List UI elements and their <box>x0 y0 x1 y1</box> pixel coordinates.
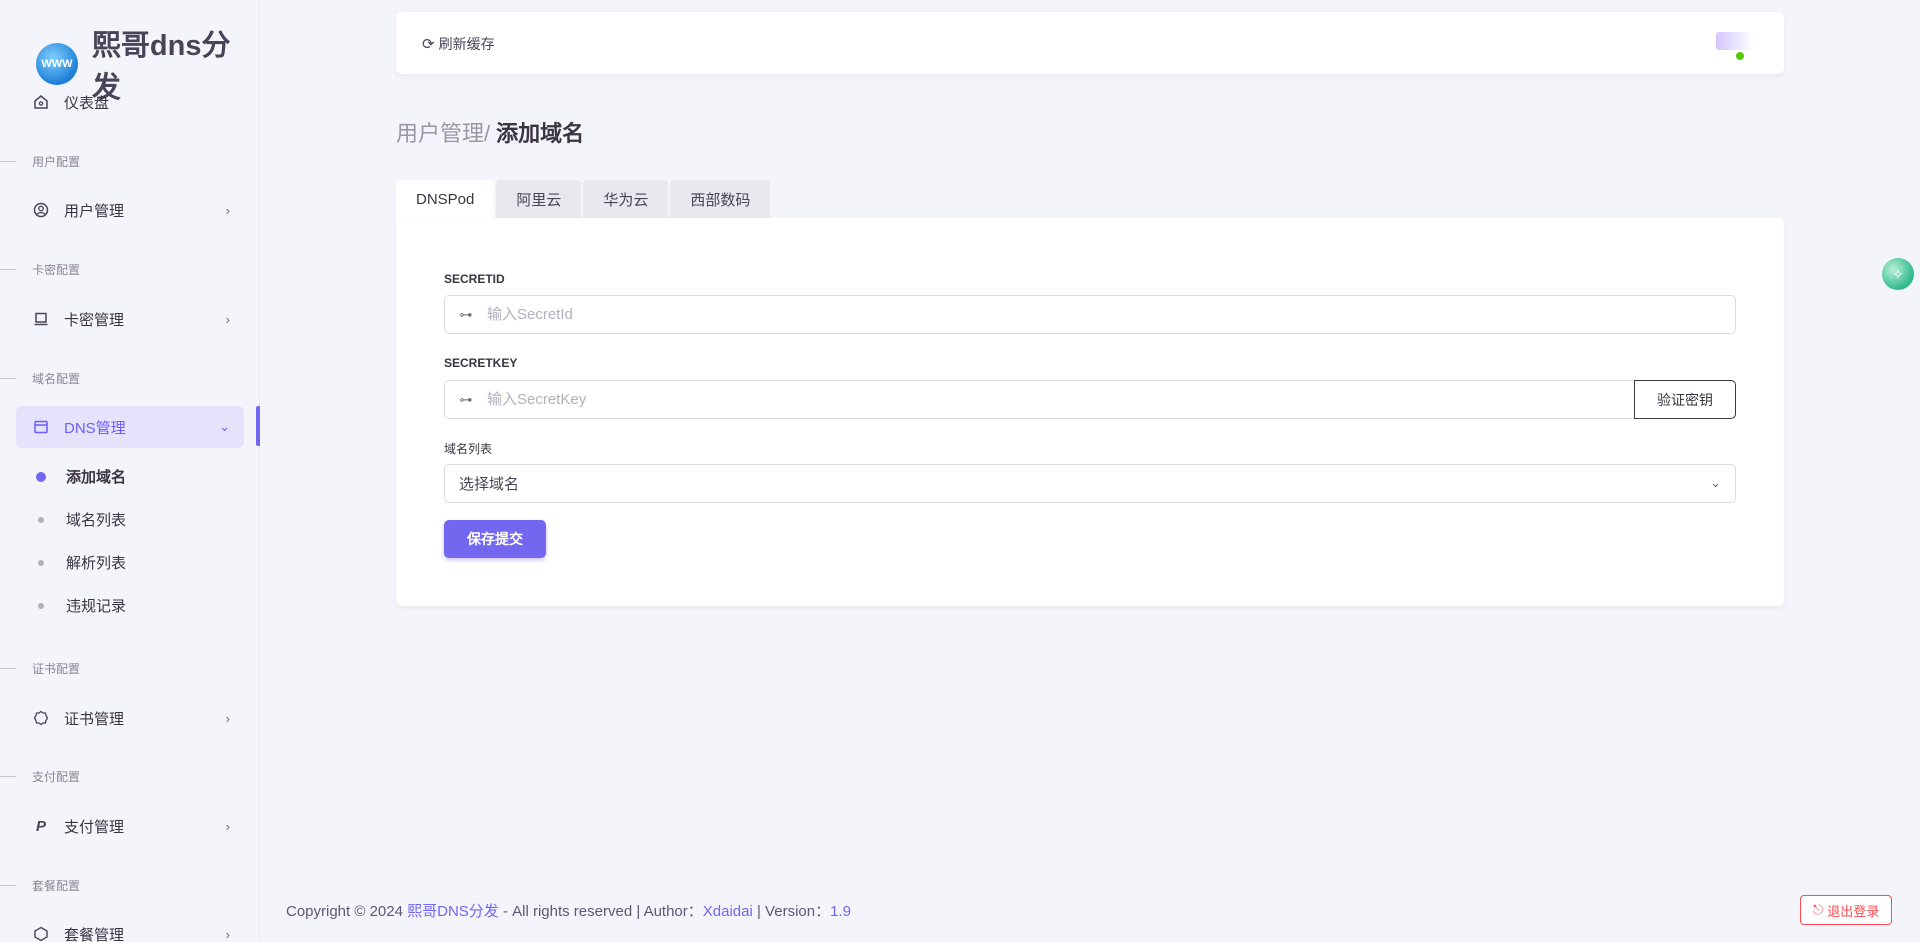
footer-version-prefix: | Version： <box>752 903 831 920</box>
page-title: 添加域名 <box>496 121 585 146</box>
secret-key-label: SECRETKEY <box>444 356 518 370</box>
sidebar-item-label: 用户管理 <box>64 202 125 220</box>
key-icon: ⊶ <box>459 306 473 322</box>
key-icon: ⊶ <box>459 391 473 407</box>
chevron-down-icon: ⌄ <box>219 419 230 434</box>
section-plan-config: 套餐配置 <box>0 877 80 894</box>
chevron-right-icon: › <box>225 202 230 218</box>
chevron-right-icon: › <box>225 926 230 942</box>
sidebar-item-dns-management[interactable]: DNS管理 ⌄ <box>16 406 244 448</box>
user-circle-icon <box>32 201 50 219</box>
bullet-icon <box>36 471 46 482</box>
avatar-image <box>1716 32 1754 50</box>
online-status-dot <box>1736 52 1744 60</box>
chevron-right-icon: › <box>225 311 230 327</box>
sidebar-subitem-label: 添加域名 <box>66 469 127 486</box>
secret-key-field: ⊶ 验证密钥 <box>444 380 1736 419</box>
sidebar-subitem-resolve-list[interactable]: 解析列表 <box>32 552 126 573</box>
paypal-icon: P <box>35 817 46 835</box>
sidebar-item-label: 卡密管理 <box>64 311 125 329</box>
footer-rights: - All rights reserved | Author： <box>498 903 703 920</box>
logout-icon: ⎋ <box>1813 902 1824 917</box>
logout-button[interactable]: ⎋ 退出登录 <box>1800 895 1893 925</box>
sidebar-item-dashboard[interactable]: 仪表盘 <box>16 81 244 123</box>
laptop-icon <box>32 310 50 328</box>
window-icon <box>32 418 50 436</box>
breadcrumb: 用户管理 / 添加域名 <box>396 116 584 148</box>
logout-label: 退出登录 <box>1827 903 1880 919</box>
footer-version: 1.9 <box>830 903 851 920</box>
avatar[interactable] <box>1716 32 1754 60</box>
sidebar-subitem-violation-records[interactable]: 违规记录 <box>32 595 126 616</box>
refresh-icon: ⟳ <box>422 36 435 53</box>
provider-tabs: DNSPod 阿里云 华为云 西部数码 <box>396 180 772 218</box>
globe-logo-icon: WWW <box>36 43 78 85</box>
sidebar-item-label: 仪表盘 <box>64 94 110 112</box>
save-submit-button[interactable]: 保存提交 <box>444 520 546 558</box>
chevron-right-icon: › <box>225 710 230 726</box>
footer-copyright: Copyright © 2024 <box>286 903 408 920</box>
domain-select-value: 选择域名 <box>459 476 520 493</box>
footer-site-link[interactable]: 熙哥DNS分发 <box>407 903 499 920</box>
sidebar-subitem-label: 域名列表 <box>66 512 127 529</box>
refresh-cache-button[interactable]: ⟳ 刷新缓存 <box>422 34 495 54</box>
sidebar-item-label: 支付管理 <box>64 818 125 836</box>
secret-id-label: SECRETID <box>444 272 505 286</box>
bullet-icon <box>38 516 44 523</box>
breadcrumb-separator: / <box>484 121 491 146</box>
floating-assistant-icon[interactable]: ✧ <box>1882 258 1914 290</box>
sidebar-subitem-label: 解析列表 <box>66 555 127 572</box>
section-domain-config: 域名配置 <box>0 370 80 387</box>
sidebar-item-user-management[interactable]: 用户管理 › <box>16 189 244 231</box>
refresh-cache-label: 刷新缓存 <box>438 36 495 52</box>
sidebar-item-label: 套餐管理 <box>64 926 125 942</box>
chevron-right-icon: › <box>225 818 230 834</box>
tab-huaweicloud[interactable]: 华为云 <box>583 180 669 218</box>
secret-id-input[interactable] <box>487 296 1735 333</box>
section-pay-config: 支付配置 <box>0 768 80 785</box>
bullet-icon <box>38 602 44 609</box>
breadcrumb-parent: 用户管理 <box>396 121 485 146</box>
sidebar-item-label: DNS管理 <box>64 419 126 437</box>
hexagon-icon <box>32 925 50 942</box>
add-domain-form: SECRETID ⊶ SECRETKEY ⊶ 验证密钥 域名列表 选择域名 ⌄ … <box>396 218 1784 606</box>
section-cert-config: 证书配置 <box>0 660 80 677</box>
verify-key-button[interactable]: 验证密钥 <box>1634 380 1736 419</box>
badge-icon <box>32 709 50 727</box>
tab-aliyun[interactable]: 阿里云 <box>496 180 582 218</box>
sidebar-item-plan-management[interactable]: 套餐管理 › <box>16 913 244 942</box>
section-card-config: 卡密配置 <box>0 261 80 278</box>
chevron-down-icon: ⌄ <box>1710 475 1721 490</box>
section-user-config: 用户配置 <box>0 153 80 170</box>
bullet-icon <box>38 559 44 566</box>
sidebar-subitem-add-domain[interactable]: 添加域名 <box>32 466 126 487</box>
secret-id-field: ⊶ <box>444 295 1736 334</box>
tab-west-digital[interactable]: 西部数码 <box>670 180 771 218</box>
sidebar-subitem-label: 违规记录 <box>66 598 127 615</box>
sidebar-item-cert-management[interactable]: 证书管理 › <box>16 697 244 739</box>
topbar: ⟳ 刷新缓存 <box>396 12 1784 74</box>
tab-dnspod[interactable]: DNSPod <box>396 180 495 218</box>
domain-list-label: 域名列表 <box>444 442 493 456</box>
sidebar: WWW 熙哥dns分发 仪表盘 用户配置 用户管理 › 卡密配置 卡密管理 › … <box>0 0 260 942</box>
domain-select[interactable]: 选择域名 ⌄ <box>444 464 1736 503</box>
home-icon <box>32 93 50 111</box>
active-indicator <box>256 406 260 446</box>
footer-author-link[interactable]: Xdaidai <box>703 903 753 920</box>
sidebar-item-label: 证书管理 <box>64 710 125 728</box>
sidebar-subitem-domain-list[interactable]: 域名列表 <box>32 509 126 530</box>
sidebar-item-card-management[interactable]: 卡密管理 › <box>16 298 244 340</box>
footer: Copyright © 2024 熙哥DNS分发 - All rights re… <box>286 900 851 921</box>
sidebar-item-pay-management[interactable]: P 支付管理 › <box>16 805 244 847</box>
secret-key-input[interactable] <box>487 381 1633 418</box>
